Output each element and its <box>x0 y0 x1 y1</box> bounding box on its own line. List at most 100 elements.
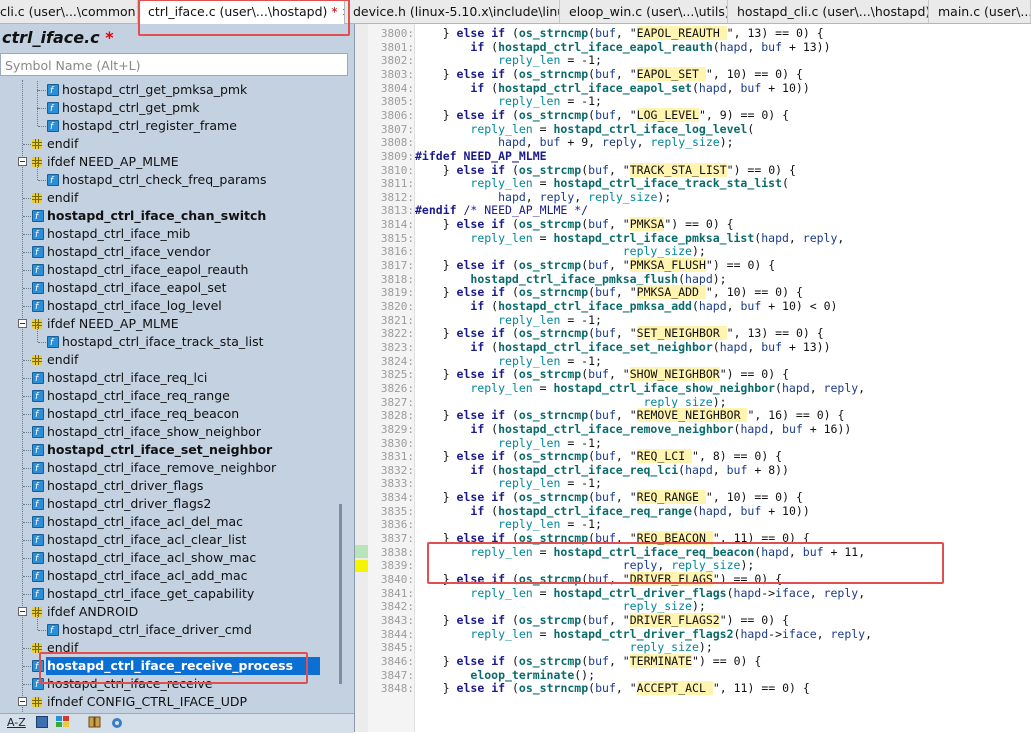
symbol-tree-function-item[interactable]: hostapd_ctrl_get_pmksa_pmk <box>0 80 340 100</box>
symbol-tree-preproc-item[interactable]: endif <box>0 189 340 207</box>
code-line[interactable]: hapd, buf + 9, reply, reply_size); <box>415 135 734 149</box>
list-view-icon[interactable] <box>36 716 48 728</box>
code-line[interactable]: hapd, reply, reply_size); <box>415 190 671 204</box>
code-line[interactable]: reply_len = hostapd_ctrl_iface_log_level… <box>415 122 754 136</box>
symbol-tree-function-item[interactable]: hostapd_ctrl_register_frame <box>0 108 340 136</box>
symbol-tree-function-item[interactable]: hostapd_ctrl_iface_req_range <box>0 387 340 406</box>
code-line[interactable]: reply_len = hostapd_ctrl_driver_flags2(h… <box>415 627 872 641</box>
code-line[interactable]: reply_len = -1; <box>415 476 602 490</box>
code-line[interactable]: } else if (os_strncmp(buf, "SET_NEIGHBOR… <box>415 326 824 341</box>
symbol-tree-function-item[interactable]: hostapd_ctrl_iface_receive <box>0 675 340 694</box>
collapse-toggle-icon[interactable] <box>18 697 27 706</box>
sort-az-button[interactable]: A-Z <box>7 716 26 729</box>
code-line[interactable]: } else if (os_strncmp(buf, "LOG_LEVEL", … <box>415 107 789 122</box>
collapse-toggle-icon[interactable] <box>18 157 27 166</box>
code-line[interactable]: hostapd_ctrl_iface_pmksa_flush(hapd); <box>415 272 726 286</box>
code-line[interactable]: reply_len = -1; <box>415 354 602 368</box>
symbol-tree-preproc-item[interactable]: ifdef ANDROID <box>0 603 340 621</box>
code-line[interactable]: } else if (os_strncmp(buf, "ACCEPT_ACL "… <box>415 681 810 696</box>
code-line[interactable]: reply_len = hostapd_ctrl_iface_req_beaco… <box>415 545 865 559</box>
symbol-tree-function-item[interactable]: hostapd_ctrl_iface_acl_show_mac <box>0 549 340 568</box>
collapse-toggle-icon[interactable] <box>18 607 27 616</box>
code-line[interactable]: if (hostapd_ctrl_iface_remove_neighbor(h… <box>415 422 851 436</box>
code-line[interactable]: if (hostapd_ctrl_iface_set_neighbor(hapd… <box>415 340 830 354</box>
code-line[interactable]: reply_len = hostapd_ctrl_iface_track_sta… <box>415 176 789 190</box>
symbol-tree-function-item[interactable]: hostapd_ctrl_get_pmk <box>0 90 340 118</box>
code-line[interactable]: reply, reply_size); <box>415 558 755 572</box>
settings-gear-icon[interactable] <box>110 716 124 730</box>
collapse-toggle-icon[interactable] <box>18 319 27 328</box>
code-line[interactable]: reply_len = -1; <box>415 53 602 67</box>
code-line[interactable]: if (hostapd_ctrl_iface_req_range(hapd, b… <box>415 504 809 518</box>
symbol-tree-function-item[interactable]: hostapd_ctrl_iface_acl_add_mac <box>0 567 340 586</box>
symbol-tree-function-item[interactable]: hostapd_ctrl_iface_remove_neighbor <box>0 459 340 478</box>
code-line[interactable]: } else if (os_strcmp(buf, "TERMINATE") =… <box>415 653 761 668</box>
code-line[interactable]: reply_size); <box>415 640 713 654</box>
symbol-tree-function-item[interactable]: hostapd_ctrl_iface_eapol_reauth <box>0 261 340 280</box>
tab[interactable]: cli.c (user\...\common) <box>0 0 138 23</box>
symbol-tree-preproc-item[interactable]: ifndef CONFIG_CTRL_IFACE_UDP <box>0 693 340 711</box>
code-line[interactable]: } else if (os_strcmp(buf, "DRIVER_FLAGS"… <box>415 572 782 586</box>
symbol-tree-function-item[interactable]: hostapd_ctrl_iface_log_level <box>0 297 340 316</box>
code-line[interactable]: } else if (os_strncmp(buf, "EAPOL_REAUTH… <box>415 26 824 40</box>
code-line[interactable]: if (hostapd_ctrl_iface_eapol_set(hapd, b… <box>415 81 809 95</box>
code-line[interactable]: } else if (os_strncmp(buf, "REMOVE_NEIGH… <box>415 408 844 423</box>
symbol-tree-preproc-item[interactable]: ifdef NEED_AP_MLME <box>0 315 340 333</box>
code-line[interactable]: reply_len = -1; <box>415 94 602 108</box>
symbol-tree-function-item[interactable]: hostapd_ctrl_iface_track_sta_list <box>0 324 340 352</box>
code-line[interactable]: } else if (os_strcmp(buf, "SHOW_NEIGHBOR… <box>415 367 789 382</box>
code-line[interactable]: reply_size); <box>415 395 726 409</box>
code-line[interactable]: } else if (os_strncmp(buf, "EAPOL_SET ",… <box>415 66 803 81</box>
code-line[interactable]: } else if (os_strncmp(buf, "REQ_RANGE ",… <box>415 490 803 505</box>
tab[interactable]: eloop_win.c (user\...\utils) <box>561 0 728 23</box>
symbol-tree-function-item[interactable]: hostapd_ctrl_driver_flags <box>0 477 340 496</box>
code-line[interactable]: #ifdef NEED_AP_MLME <box>415 149 547 163</box>
symbol-tree-function-item[interactable]: hostapd_ctrl_iface_get_capability <box>0 585 340 604</box>
code-line[interactable]: reply_len = -1; <box>415 313 602 327</box>
code-line[interactable]: if (hostapd_ctrl_iface_pmksa_add(hapd, b… <box>415 299 837 313</box>
code-line[interactable]: eloop_terminate(); <box>415 668 595 682</box>
code-line[interactable]: } else if (os_strcmp(buf, "PMKSA") == 0)… <box>415 217 734 232</box>
book-icon[interactable] <box>88 716 102 728</box>
tab-active[interactable]: ctrl_iface.c (user\...\hostapd) *✕ <box>139 0 345 24</box>
symbol-tree-function-item[interactable]: hostapd_ctrl_iface_req_beacon <box>0 405 340 424</box>
code-line[interactable]: #endif /* NEED_AP_MLME */ <box>415 203 588 217</box>
symbol-tree-function-item[interactable]: hostapd_ctrl_iface_acl_clear_list <box>0 531 340 550</box>
code-line[interactable]: reply_len = hostapd_ctrl_driver_flags(ha… <box>415 586 865 600</box>
code-line[interactable]: } else if (os_strcmp(buf, "PMKSA_FLUSH")… <box>415 258 775 273</box>
category-view-icon[interactable] <box>56 716 70 728</box>
symbol-tree-function-item[interactable]: hostapd_ctrl_iface_vendor <box>0 243 340 262</box>
symbol-tree-preproc-item[interactable]: endif <box>0 351 340 369</box>
symbol-tree-preproc-item[interactable]: ifdef NEED_AP_MLME <box>0 153 340 171</box>
symbol-tree-function-item[interactable]: hostapd_ctrl_iface_set_neighbor <box>0 441 340 460</box>
symbol-tree-function-item[interactable]: hostapd_ctrl_iface_receive_process <box>23 657 320 676</box>
symbol-tree-function-item[interactable]: hostapd_ctrl_iface_mib <box>0 225 340 244</box>
symbol-tree-scrollbar[interactable] <box>340 80 354 712</box>
tab[interactable]: device.h (linux-5.10.x\include\linux) <box>345 0 560 23</box>
symbol-tree-function-item[interactable]: hostapd_ctrl_iface_eapol_set <box>0 279 340 298</box>
code-line[interactable]: reply_len = -1; <box>415 436 602 450</box>
code-line[interactable]: reply_len = -1; <box>415 517 602 531</box>
code-line[interactable]: if (hostapd_ctrl_iface_req_lci(hapd, buf… <box>415 463 789 477</box>
code-line[interactable]: } else if (os_strcmp(buf, "TRACK_STA_LIS… <box>415 162 796 177</box>
symbol-tree-function-item[interactable]: hostapd_ctrl_iface_req_lci <box>0 369 340 388</box>
symbol-tree-preproc-item[interactable]: endif <box>0 135 340 153</box>
code-line[interactable]: } else if (os_strncmp(buf, "PMKSA_ADD ",… <box>415 285 803 300</box>
symbol-tree-function-item[interactable]: hostapd_ctrl_driver_flags2 <box>0 495 340 514</box>
symbol-tree-function-item[interactable]: hostapd_ctrl_iface_show_neighbor <box>0 423 340 442</box>
code-editor[interactable]: 3800: 3801: 3802: 3803: 3804: 3805: 3806: 3807:… <box>355 24 1031 732</box>
tab[interactable]: hostapd_cli.c (user\...\hostapd) <box>729 0 929 23</box>
code-line[interactable]: reply_len = hostapd_ctrl_iface_pmksa_lis… <box>415 231 844 245</box>
code-line[interactable]: } else if (os_strncmp(buf, "REQ_LCI ", 8… <box>415 449 782 464</box>
symbol-tree-function-item[interactable]: hostapd_ctrl_iface_driver_cmd <box>0 612 340 640</box>
code-line[interactable]: } else if (os_strncmp(buf, "REQ_BEACON "… <box>415 531 810 546</box>
code-line[interactable]: reply_size); <box>415 244 706 258</box>
symbol-tree-function-item[interactable]: hostapd_ctrl_check_freq_params <box>0 162 340 190</box>
symbol-search-input[interactable]: Symbol Name (Alt+L) <box>0 53 348 76</box>
code-line[interactable]: if (hostapd_ctrl_iface_eapol_reauth(hapd… <box>415 40 830 54</box>
symbol-tree-preproc-item[interactable]: endif <box>0 639 340 657</box>
symbol-tree-function-item[interactable]: hostapd_ctrl_iface_chan_switch <box>0 207 340 226</box>
code-line[interactable]: reply_size); <box>415 599 706 613</box>
symbol-tree-function-item[interactable]: hostapd_ctrl_iface_acl_del_mac <box>0 513 340 532</box>
tab[interactable]: main.c (user\...\hostap <box>930 0 1031 23</box>
